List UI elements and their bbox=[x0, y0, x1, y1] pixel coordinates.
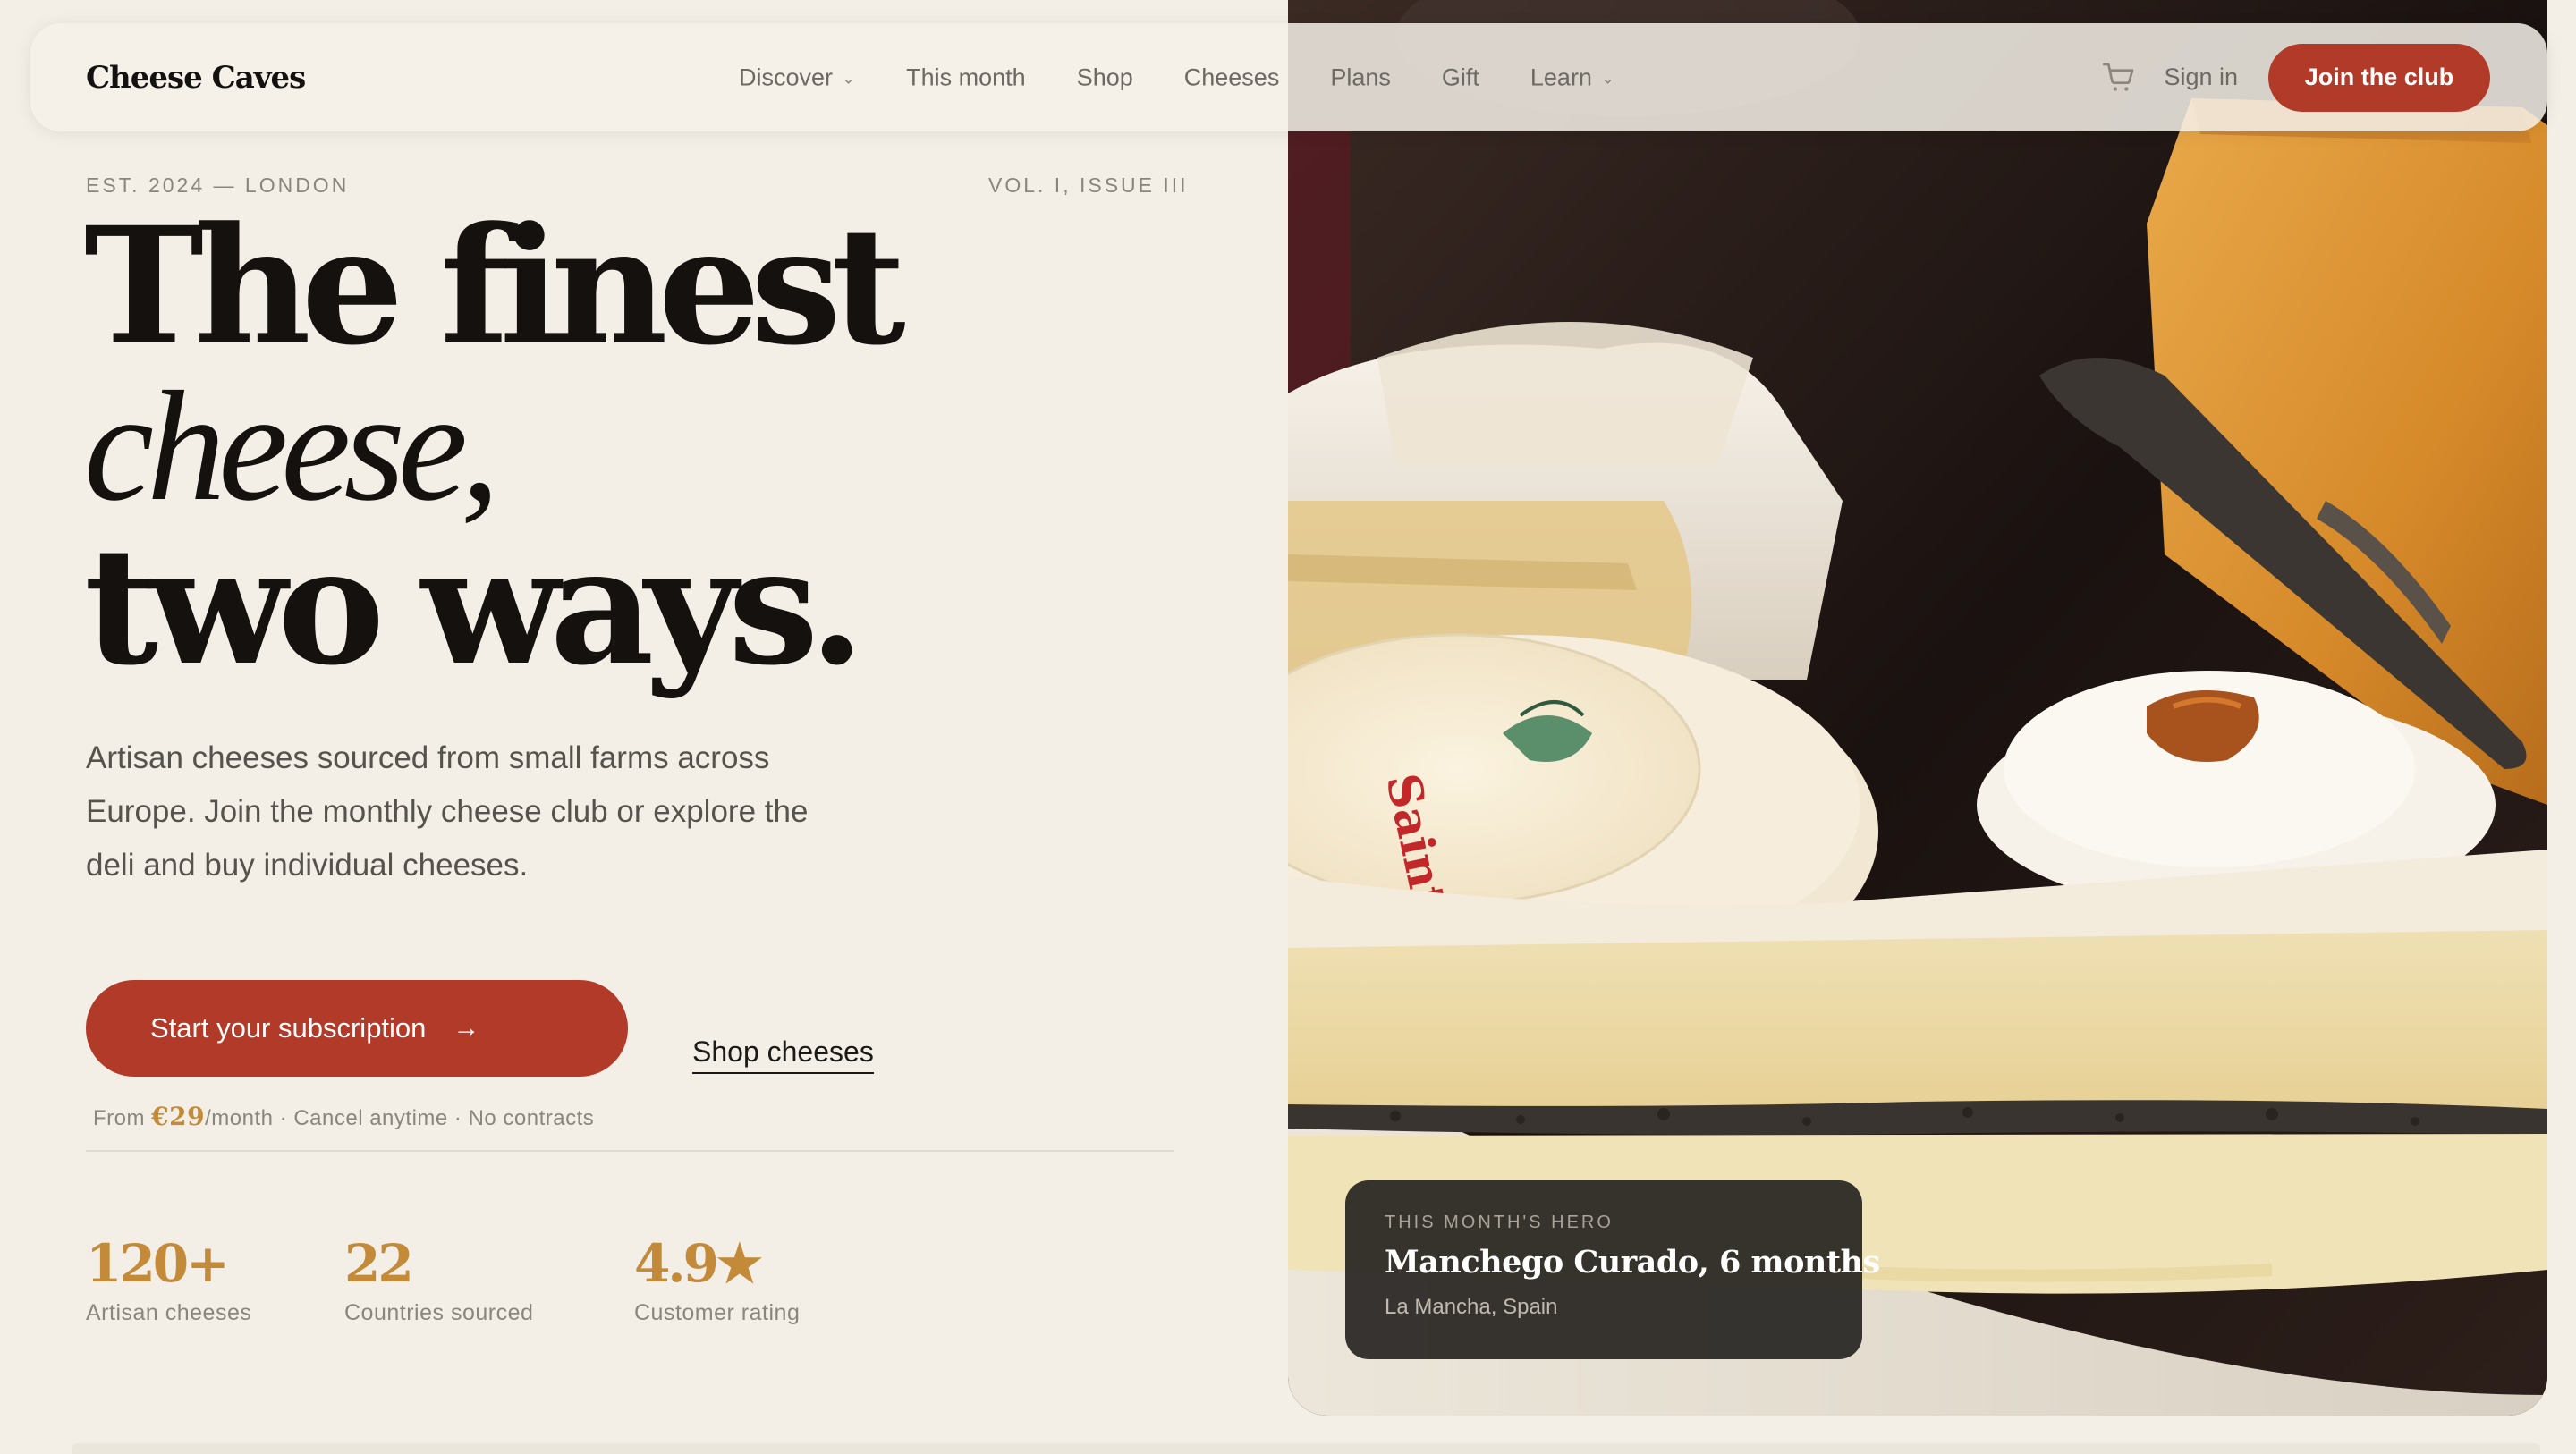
sign-in-link[interactable]: Sign in bbox=[2164, 63, 2238, 91]
stat-label: Countries sourced bbox=[344, 1300, 534, 1325]
arrow-right-icon: → bbox=[453, 1013, 480, 1043]
cart-icon[interactable] bbox=[2101, 60, 2137, 96]
section-divider bbox=[86, 1150, 1174, 1152]
hero-description: Artisan cheeses sourced from small farms… bbox=[86, 740, 809, 883]
stat-label: Artisan cheeses bbox=[86, 1300, 252, 1325]
nav-item-learn[interactable]: Learn ⌄ bbox=[1530, 63, 1614, 91]
pricing-suffix: /month · Cancel anytime · No contracts bbox=[205, 1106, 595, 1130]
issue-meta: VOL. I, ISSUE III bbox=[988, 173, 1189, 197]
stat-countries-sourced: 22 Countries sourced bbox=[344, 1232, 533, 1326]
shop-cheeses-link[interactable]: Shop cheeses bbox=[692, 1036, 874, 1074]
top-navigation: Cheese Caves Discover ⌄ This month Shop … bbox=[30, 23, 2547, 131]
featured-cheese-card[interactable]: THIS MONTH'S HERO Manchego Curado, 6 mon… bbox=[1345, 1180, 1880, 1359]
featured-cheese-origin: La Mancha, Spain bbox=[1385, 1295, 1558, 1319]
stat-artisan-cheeses: 120+ Artisan cheeses bbox=[86, 1232, 251, 1326]
headline-line-1: The finest bbox=[84, 192, 906, 381]
start-subscription-label: Start your subscription bbox=[150, 1012, 427, 1044]
hero-headline: The finest cheese, two ways. bbox=[84, 192, 906, 701]
nav-item-this-month[interactable]: This month bbox=[906, 63, 1026, 91]
start-subscription-button[interactable]: Start your subscription → bbox=[86, 980, 628, 1077]
headline-line-2: cheese, bbox=[84, 359, 500, 534]
chevron-down-icon: ⌄ bbox=[842, 69, 856, 87]
brand-logo[interactable]: Cheese Caves bbox=[86, 60, 306, 96]
nav-actions: Sign in Join the club bbox=[2101, 43, 2490, 112]
nav-item-shop[interactable]: Shop bbox=[1077, 63, 1133, 91]
nav-links: Discover ⌄ This month Shop Cheeses Plans… bbox=[739, 63, 1614, 91]
price-value: €29 bbox=[151, 1102, 206, 1131]
nav-item-discover[interactable]: Discover ⌄ bbox=[739, 63, 855, 91]
featured-kicker: THIS MONTH'S HERO bbox=[1385, 1213, 1614, 1232]
nav-item-plans[interactable]: Plans bbox=[1330, 63, 1391, 91]
chevron-down-icon: ⌄ bbox=[1600, 69, 1615, 87]
nav-item-label: Shop bbox=[1076, 63, 1133, 90]
nav-item-label: Discover bbox=[739, 63, 834, 90]
nav-item-cheeses[interactable]: Cheeses bbox=[1184, 63, 1280, 91]
nav-item-label: Cheeses bbox=[1183, 63, 1280, 90]
nav-item-label: Gift bbox=[1441, 63, 1479, 90]
featured-cheese-name: Manchego Curado, 6 months bbox=[1385, 1244, 1880, 1281]
pricing-prefix: From bbox=[93, 1106, 152, 1130]
stat-value: 120+ bbox=[86, 1233, 230, 1294]
nav-item-label: This month bbox=[906, 63, 1026, 90]
stat-value: 4.9★ bbox=[634, 1233, 763, 1294]
next-section-edge bbox=[72, 1443, 2540, 1454]
nav-item-label: Plans bbox=[1330, 63, 1391, 90]
stat-label: Customer rating bbox=[634, 1300, 801, 1325]
stat-value: 22 bbox=[344, 1233, 414, 1294]
headline-line-3: two ways. bbox=[84, 512, 865, 701]
stat-customer-rating: 4.9★ Customer rating bbox=[634, 1232, 800, 1326]
nav-item-gift[interactable]: Gift bbox=[1442, 63, 1479, 91]
pricing-note: From €29/month · Cancel anytime · No con… bbox=[93, 1102, 594, 1131]
join-club-button[interactable]: Join the club bbox=[2268, 43, 2490, 112]
nav-item-label: Learn bbox=[1530, 63, 1592, 90]
